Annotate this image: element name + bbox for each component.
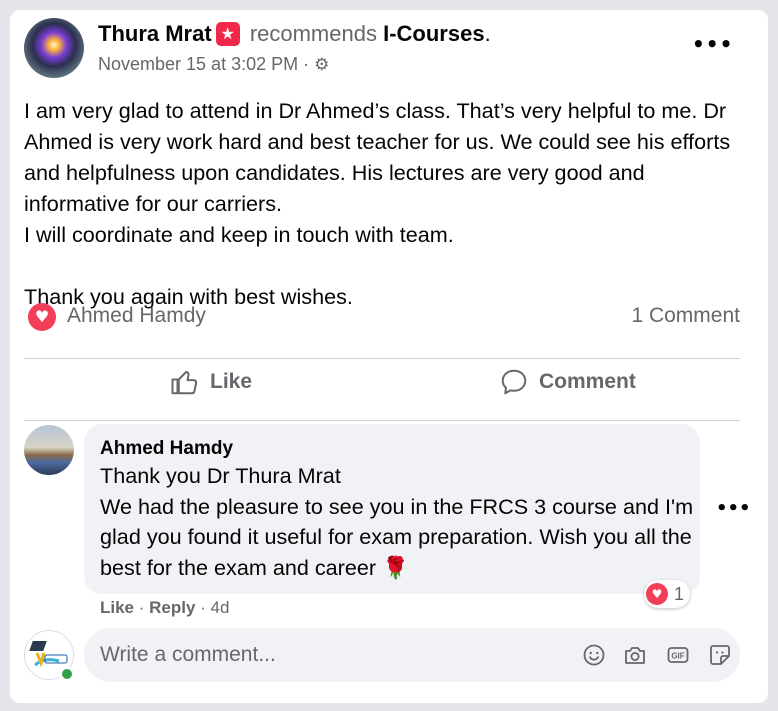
- reactor-name[interactable]: Ahmed Hamdy: [67, 304, 206, 328]
- page-suffix: .: [484, 21, 491, 46]
- comment-icon: [501, 369, 527, 395]
- comment-reply-link[interactable]: Reply: [149, 598, 195, 617]
- post-timestamp[interactable]: November 15 at 3:02 PM: [98, 54, 298, 74]
- like-button[interactable]: Like: [170, 362, 252, 402]
- more-options-icon[interactable]: •••: [692, 32, 733, 56]
- reactions-summary: ♥ Ahmed Hamdy 1 Comment: [24, 300, 740, 334]
- comment-reaction-count: 1: [674, 583, 685, 604]
- post-meta: November 15 at 3:02 PM · ⚙: [98, 52, 329, 77]
- love-reaction-icon: ♥: [646, 583, 668, 605]
- commenter-avatar[interactable]: [24, 425, 74, 475]
- sticker-icon[interactable]: [708, 643, 732, 667]
- commenter-name[interactable]: Ahmed Hamdy: [100, 438, 233, 460]
- post-header: Thura Mrat ★ recommends I-Courses.: [98, 20, 491, 48]
- comment-more-options-icon[interactable]: •••: [716, 498, 751, 519]
- separator: ·: [134, 598, 150, 617]
- author-name[interactable]: Thura Mrat: [98, 21, 212, 46]
- comment-reaction-badge[interactable]: ♥ 1: [644, 580, 691, 608]
- comment-input-placeholder: Write a comment...: [100, 643, 276, 666]
- author-avatar[interactable]: [24, 18, 84, 78]
- comment-label: Comment: [539, 370, 636, 393]
- gif-icon[interactable]: GIF: [666, 643, 690, 667]
- recommends-verb: recommends: [249, 21, 377, 46]
- camera-icon[interactable]: [623, 643, 647, 667]
- post-body: I am very glad to attend in Dr Ahmed’s c…: [24, 98, 731, 309]
- comment-button[interactable]: Comment: [499, 362, 636, 402]
- gear-icon[interactable]: ⚙: [314, 55, 329, 75]
- online-status-dot: [60, 667, 74, 681]
- comment-text: Thank you Dr Thura Mrat We had the pleas…: [100, 461, 694, 584]
- comment-count[interactable]: 1 Comment: [631, 304, 740, 328]
- comment-actions: Like · Reply · 4d: [100, 598, 229, 618]
- recommendation-star-icon: ★: [215, 22, 240, 46]
- meta-separator: ·: [298, 54, 315, 74]
- separator: ·: [195, 598, 211, 617]
- page-name[interactable]: I-Courses: [383, 21, 484, 46]
- rose-emoji: 🌹: [382, 555, 409, 581]
- thumbs-up-icon: [171, 371, 198, 395]
- emoji-icon[interactable]: [582, 643, 606, 667]
- svg-text:GIF: GIF: [671, 652, 684, 661]
- comment-like-link[interactable]: Like: [100, 598, 134, 617]
- divider: [24, 420, 740, 421]
- comment-age[interactable]: 4d: [211, 598, 230, 617]
- like-label: Like: [210, 370, 253, 393]
- love-reaction-icon[interactable]: ♥: [28, 303, 56, 331]
- divider: [24, 358, 740, 359]
